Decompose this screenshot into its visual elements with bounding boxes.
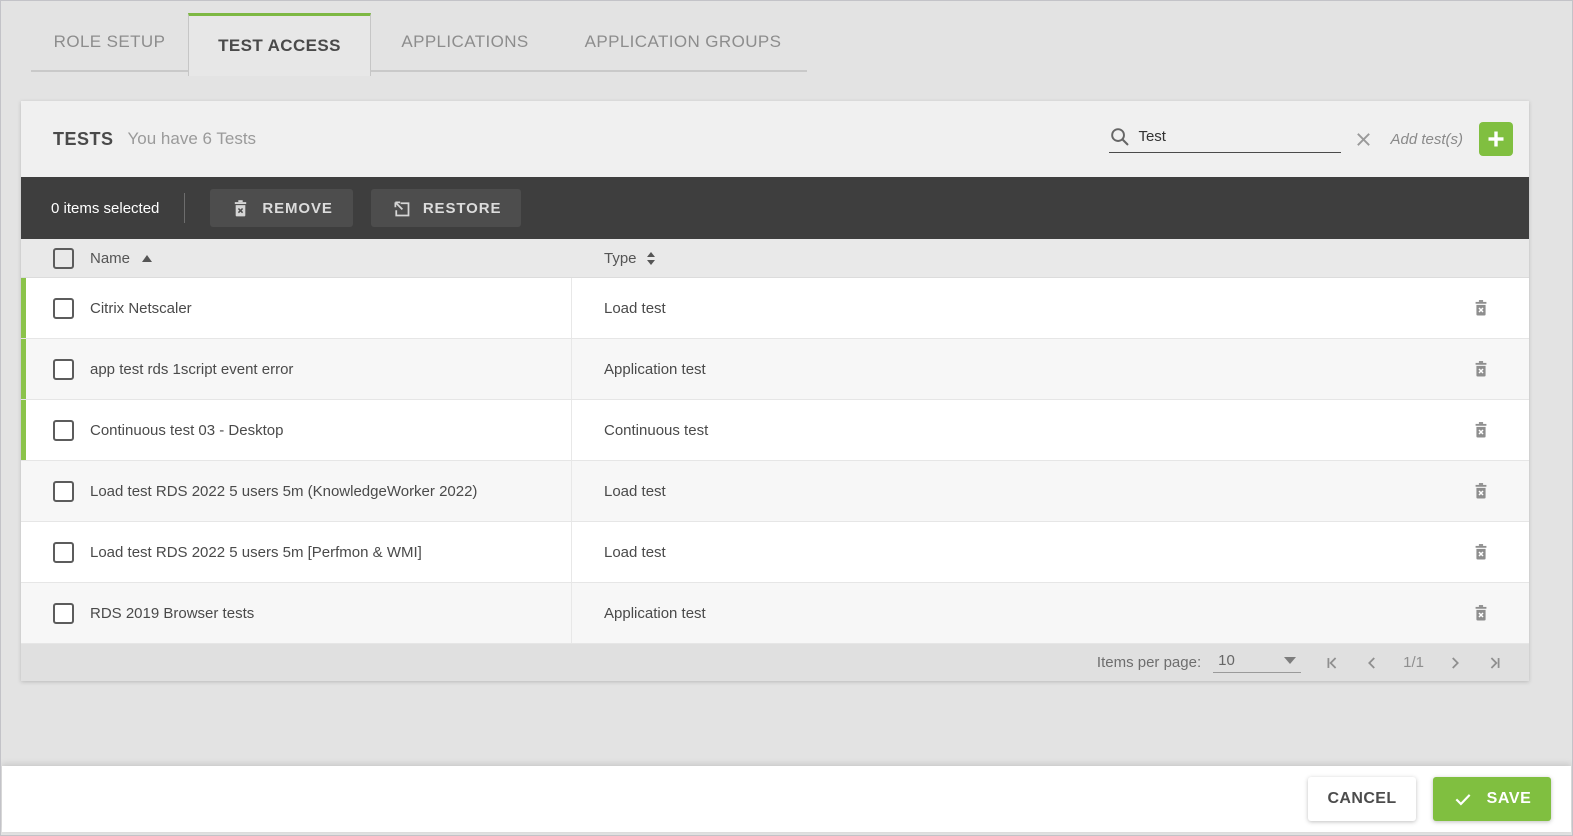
save-button[interactable]: SAVE: [1433, 777, 1551, 821]
row-delete-button[interactable]: [1471, 359, 1491, 379]
row-checkbox[interactable]: [53, 420, 74, 441]
table-row[interactable]: Load test RDS 2022 5 users 5m [Perfmon &…: [21, 522, 1529, 583]
trash-x-icon: [1471, 420, 1491, 440]
row-name: Continuous test 03 - Desktop: [90, 422, 283, 439]
search-icon: [1109, 126, 1130, 147]
search-input[interactable]: [1138, 128, 1341, 145]
table-row[interactable]: app test rds 1script event error Applica…: [21, 339, 1529, 400]
row-delete-button[interactable]: [1471, 603, 1491, 623]
table-row[interactable]: Citrix Netscaler Load test: [21, 278, 1529, 339]
row-name: Load test RDS 2022 5 users 5m [Perfmon &…: [90, 544, 422, 561]
row-type: Application test: [604, 605, 706, 622]
sort-ascending-icon: [142, 255, 152, 262]
row-name: Citrix Netscaler: [90, 300, 192, 317]
row-delete-button[interactable]: [1471, 481, 1491, 501]
selection-toolbar: 0 items selected REMOVE: [21, 177, 1529, 239]
row-checkbox[interactable]: [53, 359, 74, 380]
row-checkbox[interactable]: [53, 603, 74, 624]
tab-role-setup[interactable]: ROLE SETUP: [31, 13, 188, 70]
table-body: Citrix Netscaler Load test: [21, 278, 1529, 644]
items-per-page-label: Items per page:: [1097, 654, 1201, 671]
add-tests-button[interactable]: [1479, 122, 1513, 156]
trash-x-icon: [1471, 603, 1491, 623]
tab-test-access[interactable]: TEST ACCESS: [188, 13, 371, 76]
row-type: Application test: [604, 361, 706, 378]
row-name: Load test RDS 2022 5 users 5m (Knowledge…: [90, 483, 477, 500]
trash-x-icon: [1471, 481, 1491, 501]
panel-header-actions: Add test(s): [1109, 122, 1513, 156]
name-column-header[interactable]: Name: [21, 248, 572, 269]
type-column-header[interactable]: Type: [572, 250, 1529, 267]
selection-count: 0 items selected: [51, 200, 159, 217]
row-type: Load test: [604, 300, 666, 317]
first-page-button[interactable]: [1323, 654, 1341, 672]
table-row[interactable]: RDS 2019 Browser tests Application test: [21, 583, 1529, 644]
restore-icon: [391, 198, 412, 219]
panel-title: TESTS: [53, 129, 114, 150]
save-button-label: SAVE: [1487, 790, 1532, 808]
page-indicator: 1/1: [1403, 654, 1424, 671]
restore-button-label: RESTORE: [423, 200, 502, 217]
items-per-page-value: 10: [1218, 652, 1235, 669]
row-delete-button[interactable]: [1471, 420, 1491, 440]
toolbar-divider: [184, 193, 185, 223]
search-clear-icon[interactable]: [1355, 131, 1372, 148]
trash-x-icon: [1471, 359, 1491, 379]
type-column-label: Type: [604, 250, 637, 267]
sort-both-icon: [647, 252, 655, 265]
trash-x-icon: [230, 198, 251, 219]
select-all-checkbox[interactable]: [53, 248, 74, 269]
pagination-bar: Items per page: 10 1/1: [21, 644, 1529, 681]
remove-button[interactable]: REMOVE: [210, 189, 352, 227]
tab-application-groups[interactable]: APPLICATION GROUPS: [559, 13, 807, 70]
tab-bar: ROLE SETUP TEST ACCESS APPLICATIONS APPL…: [31, 13, 807, 72]
screen: ROLE SETUP TEST ACCESS APPLICATIONS APPL…: [0, 0, 1573, 836]
previous-page-button[interactable]: [1363, 654, 1381, 672]
tests-panel: TESTS You have 6 Tests: [21, 101, 1529, 681]
trash-x-icon: [1471, 542, 1491, 562]
tab-applications[interactable]: APPLICATIONS: [371, 13, 559, 70]
table-row[interactable]: Load test RDS 2022 5 users 5m (Knowledge…: [21, 461, 1529, 522]
row-delete-button[interactable]: [1471, 542, 1491, 562]
row-name: app test rds 1script event error: [90, 361, 293, 378]
row-type: Load test: [604, 544, 666, 561]
restore-button[interactable]: RESTORE: [371, 189, 522, 227]
row-name: RDS 2019 Browser tests: [90, 605, 254, 622]
checkmark-icon: [1453, 789, 1473, 809]
next-page-button[interactable]: [1446, 654, 1464, 672]
name-column-label: Name: [90, 250, 130, 267]
items-per-page-select[interactable]: 10: [1213, 652, 1301, 673]
trash-x-icon: [1471, 298, 1491, 318]
table-header: Name Type: [21, 239, 1529, 278]
page-navigation: 1/1: [1323, 654, 1504, 672]
cancel-button[interactable]: CANCEL: [1308, 777, 1416, 821]
action-footer: CANCEL SAVE: [2, 766, 1571, 832]
row-checkbox[interactable]: [53, 542, 74, 563]
caret-down-icon: [1284, 657, 1296, 664]
search-field: [1109, 126, 1341, 153]
add-tests-label: Add test(s): [1390, 131, 1463, 148]
row-checkbox[interactable]: [53, 298, 74, 319]
row-checkbox[interactable]: [53, 481, 74, 502]
table-row[interactable]: Continuous test 03 - Desktop Continuous …: [21, 400, 1529, 461]
row-delete-button[interactable]: [1471, 298, 1491, 318]
row-type: Continuous test: [604, 422, 708, 439]
plus-icon: [1486, 129, 1506, 149]
panel-header: TESTS You have 6 Tests: [21, 101, 1529, 177]
panel-subtitle: You have 6 Tests: [128, 129, 257, 149]
row-type: Load test: [604, 483, 666, 500]
remove-button-label: REMOVE: [262, 200, 332, 217]
last-page-button[interactable]: [1486, 654, 1504, 672]
